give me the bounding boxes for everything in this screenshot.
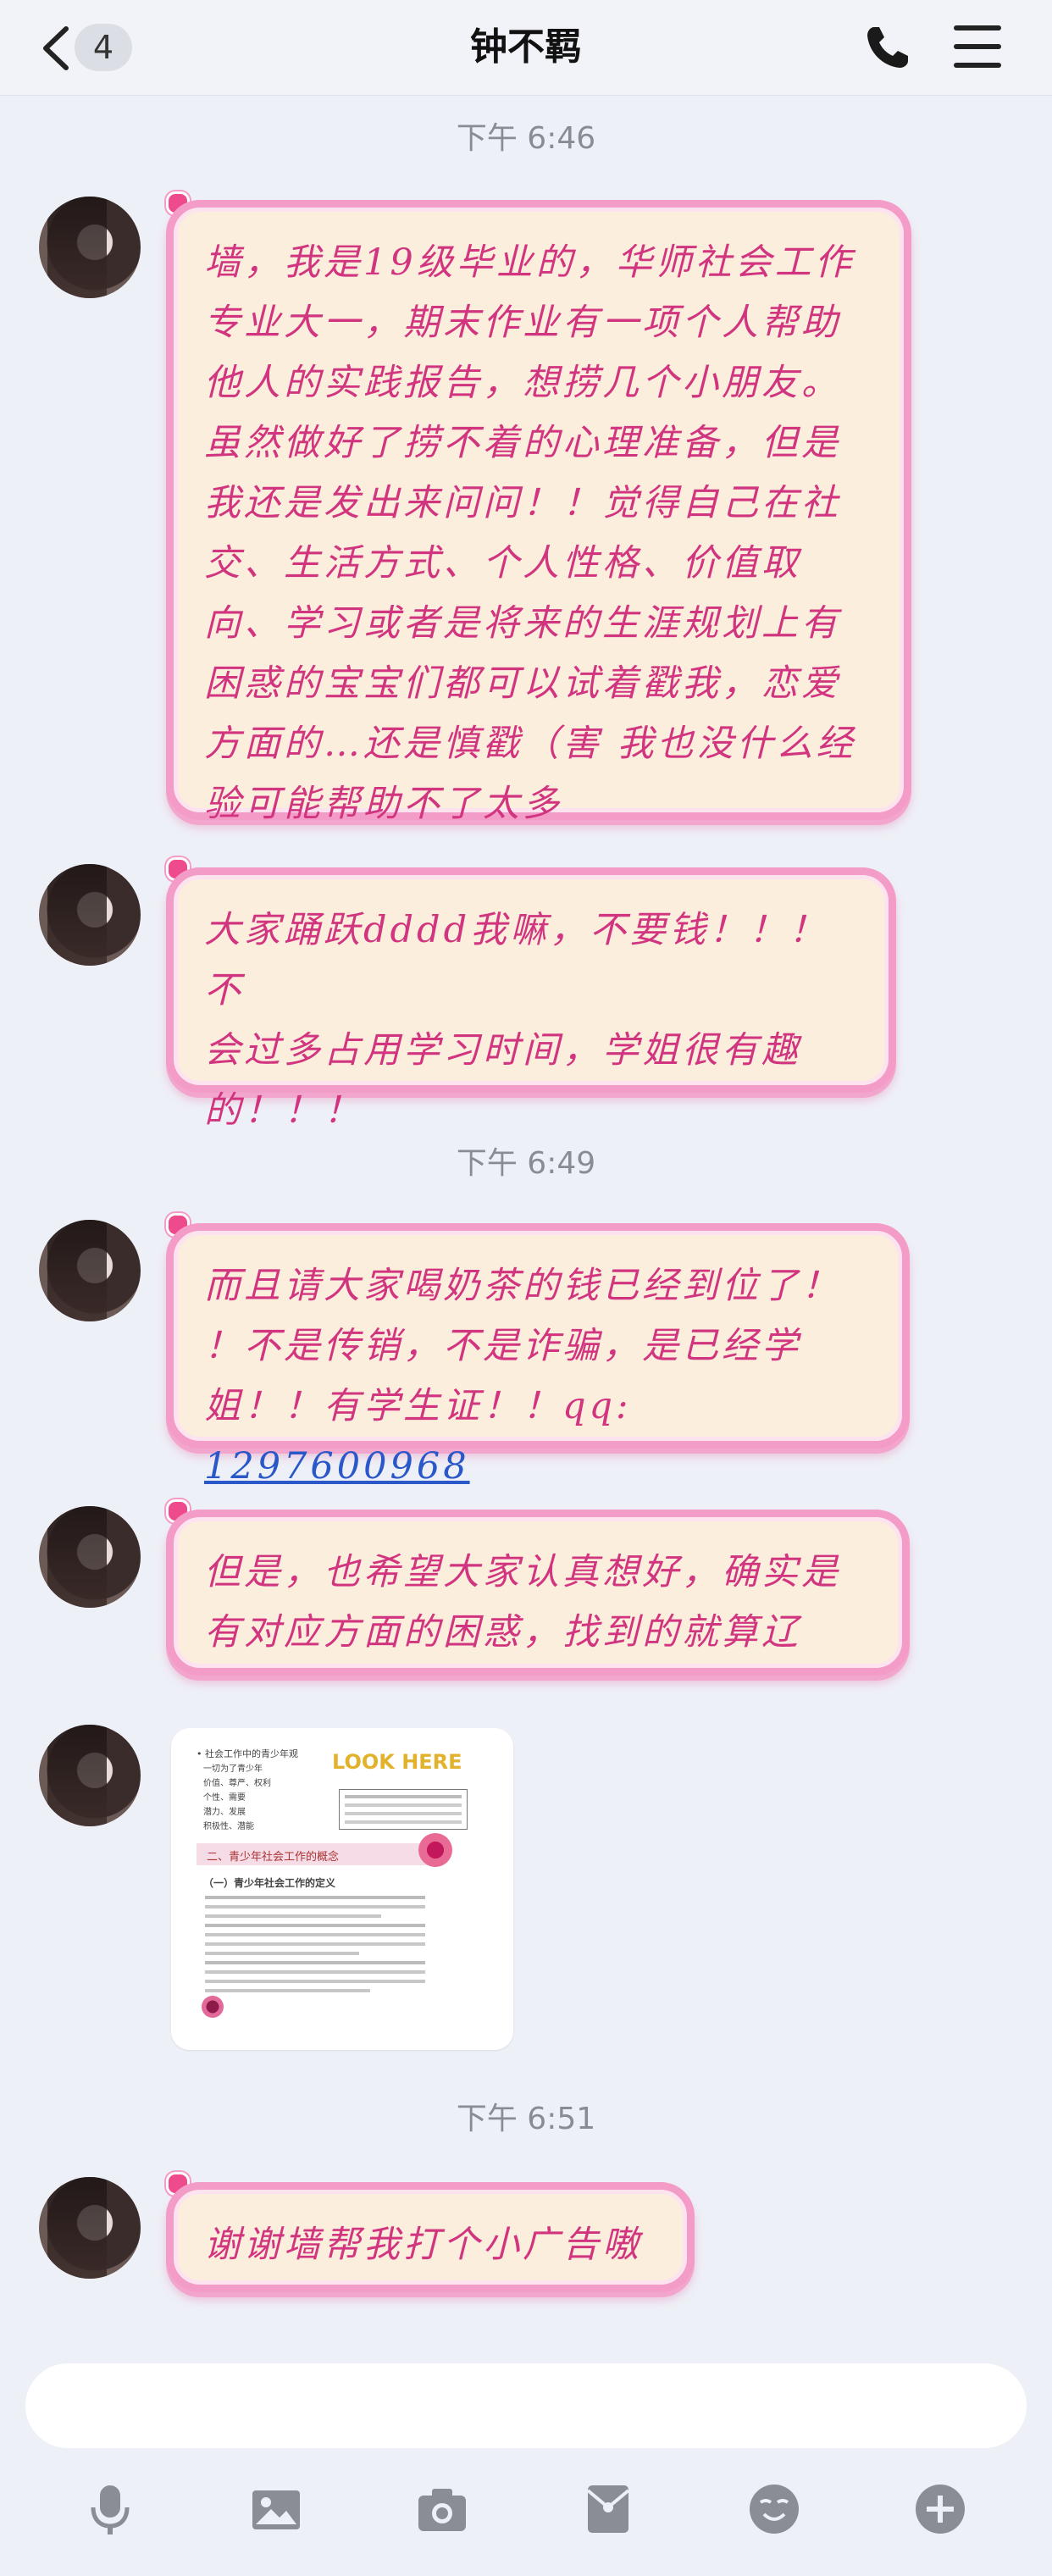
message-bubble[interactable]: 谢谢墙帮我打个小广告嗷 — [166, 2182, 695, 2292]
message-line: 困惑的宝宝们都可以试着戳我，恋爱 — [204, 662, 841, 705]
message-bubble[interactable]: 而且请大家喝奶茶的钱已经到位了！ ！不是传销，不是诈骗，是已经学 姐！！有学生证… — [166, 1223, 910, 1487]
menu-icon[interactable] — [954, 25, 1001, 69]
image-subsection: （一）青少年社会工作的定义 — [203, 1877, 336, 1889]
message-line: 我还是发出来问问！！觉得自己在社 — [204, 482, 841, 524]
timestamp: 下午 6:51 — [456, 2102, 596, 2136]
message-line: 的！！！ — [204, 1089, 363, 1132]
message-line: 专业大一，期末作业有一项个人帮助 — [204, 302, 841, 344]
shared-image: • 社会工作中的青少年观 一切为了青少年 价值、尊严、权利 个性、需要 潜力、发… — [197, 1742, 493, 2038]
timestamp: 下午 6:49 — [456, 1146, 596, 1181]
microphone-icon[interactable] — [83, 2482, 137, 2536]
avatar[interactable] — [39, 1506, 141, 1608]
avatar[interactable] — [39, 1220, 141, 1321]
message-bubble[interactable]: 墙，我是19级毕业的，华师社会工作 专业大一，期末作业有一项个人帮助 他人的实践… — [166, 200, 911, 825]
message-line-text: 姐！！有学生证！！qq: — [204, 1385, 632, 1427]
message-line: 姐！！有学生证！！qq: 1297600968 — [204, 1377, 875, 1497]
message-line: 交、生活方式、个人性格、价值取 — [204, 542, 801, 584]
message-line: ！不是传销，不是诈骗，是已经学 — [204, 1325, 801, 1367]
image-top-note: • 社会工作中的青少年观 — [197, 1748, 298, 1759]
message-line: 而且请大家喝奶茶的钱已经到位了！ — [204, 1265, 841, 1307]
image-body-text — [205, 1896, 425, 1992]
flower-icon — [418, 1833, 452, 1867]
message-input[interactable] — [25, 2363, 1027, 2448]
phone-icon[interactable] — [862, 22, 913, 73]
look-here-label: LOOK HERE — [332, 1750, 462, 1774]
message-bubble[interactable]: 但是，也希望大家认真想好，确实是 有对应方面的困惑，找到的就算辽 — [166, 1510, 910, 1676]
message-line: 方面的…还是慎戳（害 我也没什么经 — [204, 723, 856, 765]
flower-icon — [202, 1996, 224, 2018]
emoji-icon[interactable] — [747, 2482, 801, 2536]
message-line: 大家踊跃dddd我嘛，不要钱！！！不 — [204, 909, 829, 1011]
message-line: 虽然做好了捞不着的心理准备，但是 — [204, 422, 841, 464]
message-bubble[interactable]: 大家踊跃dddd我嘛，不要钱！！！不 会过多占用学习时间，学姐很有趣 的！！！ — [166, 867, 896, 1132]
qq-number-link[interactable]: 1297600968 — [204, 1445, 470, 1487]
image-message[interactable]: • 社会工作中的青少年观 一切为了青少年 价值、尊严、权利 个性、需要 潜力、发… — [171, 1728, 513, 2050]
message-line: 他人的实践报告，想捞几个小朋友。 — [204, 362, 841, 404]
timestamp: 下午 6:46 — [456, 121, 596, 156]
message-line: 有对应方面的困惑，找到的就算辽 — [204, 1611, 801, 1654]
avatar[interactable] — [39, 197, 141, 298]
avatar[interactable] — [39, 2177, 141, 2279]
message-line: 墙，我是19级毕业的，华师社会工作 — [204, 241, 855, 284]
message-line: 谢谢墙帮我打个小广告嗷 — [204, 2224, 642, 2266]
message-line: 向、学习或者是将来的生涯规划上有 — [204, 602, 841, 645]
avatar[interactable] — [39, 1725, 141, 1826]
image-note-box — [339, 1789, 468, 1830]
message-line: 验可能帮助不了太多 — [204, 783, 562, 825]
plus-icon[interactable] — [913, 2482, 967, 2536]
image-list: 一切为了青少年 价值、尊严、权利 个性、需要 潜力、发展 积极性、潜能 — [203, 1764, 271, 1831]
camera-icon[interactable] — [415, 2482, 469, 2536]
message-line: 会过多占用学习时间，学姐很有趣 — [204, 1029, 801, 1072]
image-icon[interactable] — [249, 2482, 303, 2536]
avatar[interactable] — [39, 864, 141, 966]
chat-header: 4 钟不羁 — [0, 0, 1052, 96]
section-bar: 二、青少年社会工作的概念 — [197, 1843, 442, 1865]
message-line: 但是，也希望大家认真想好，确实是 — [204, 1551, 841, 1593]
red-packet-icon[interactable] — [581, 2482, 635, 2536]
